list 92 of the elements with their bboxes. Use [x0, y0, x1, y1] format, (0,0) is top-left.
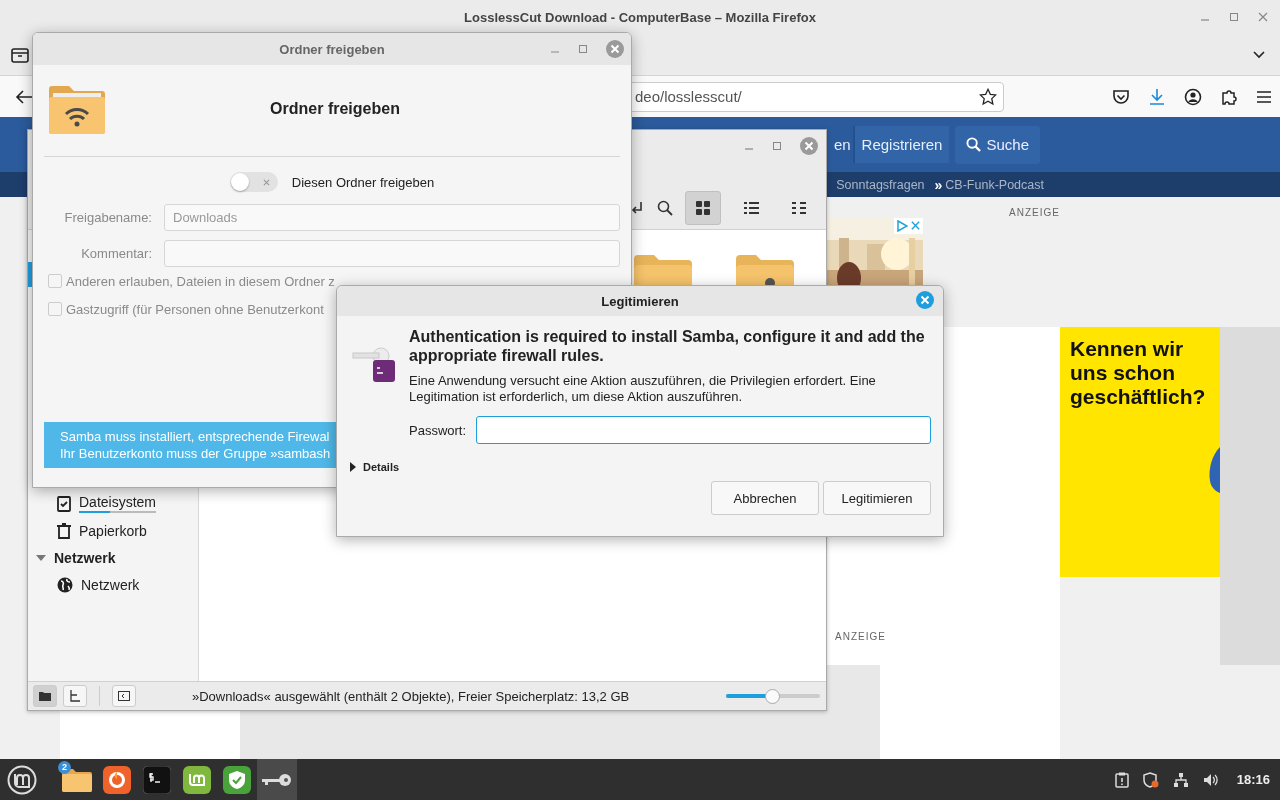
status-text: »Downloads« ausgewählt (enthält 2 Objekte), Freier Speicherplatz: 13,2 GB	[192, 688, 630, 704]
ad-headline: Kennen wir uns schon geschäftlich?	[1070, 337, 1207, 410]
chevron-marker: »	[934, 176, 943, 193]
url-text: deo/losslesscut/	[635, 88, 742, 105]
globe-icon	[57, 576, 73, 593]
network-icon[interactable]	[1172, 771, 1189, 788]
back-icon[interactable]	[15, 88, 33, 105]
folder-icon	[39, 691, 51, 701]
account-icon[interactable]	[1184, 87, 1202, 106]
dialog-heading: Ordner freigeben	[269, 100, 401, 118]
sidebar-item[interactable]: Dateisystem	[28, 490, 198, 517]
window-title: Ordner freigeben	[279, 41, 385, 57]
download-icon[interactable]	[1148, 87, 1166, 106]
star-icon[interactable]	[979, 87, 997, 106]
places-button[interactable]	[33, 685, 57, 707]
close-icon[interactable]	[916, 291, 934, 309]
field-label: Passwort:	[409, 422, 467, 438]
close-icon[interactable]	[800, 137, 818, 155]
taskbar-app[interactable]	[257, 759, 297, 800]
off-icon	[262, 179, 270, 186]
nav-link[interactable]: en	[833, 126, 854, 163]
list-icon	[743, 200, 759, 215]
tree-icon	[69, 690, 81, 702]
banner-ad[interactable]: Kennen wir uns schon geschäftlich?	[1060, 327, 1220, 577]
window-title: Legitimieren	[601, 293, 679, 309]
pocket-icon[interactable]	[1112, 87, 1130, 106]
ad-label: ANZEIGE	[1009, 207, 1060, 218]
icon-view-button[interactable]	[685, 190, 721, 225]
password-field[interactable]	[476, 416, 931, 444]
search-icon[interactable]	[657, 199, 673, 216]
expander-icon	[349, 462, 357, 472]
puzzle-icon[interactable]	[1220, 87, 1238, 106]
expander-icon	[36, 552, 46, 563]
cancel-button[interactable]: Abbrechen	[711, 481, 819, 515]
maximize-icon[interactable]	[772, 141, 782, 151]
share-toggle[interactable]	[229, 172, 278, 192]
field-label: Freigabename:	[63, 209, 153, 225]
dialog-message: Eine Anwendung versucht eine Aktion auszuführen, die Privilegien erfordert. Eine Legitimation ist erforderlich, um diese Aktion auszuführen.	[409, 373, 877, 405]
authenticate-button[interactable]: Legitimieren	[823, 481, 931, 515]
tree-button[interactable]	[63, 685, 87, 707]
volume-icon[interactable]	[1202, 772, 1219, 787]
toggle-label: Diesen Ordner freigeben	[291, 174, 435, 190]
nav-link[interactable]: Registrieren	[853, 126, 950, 163]
window-title: LosslessCut Download - ComputerBase – Mozilla Firefox	[464, 10, 816, 25]
checkbox-label: Gastzugriff (für Personen ohne Benutzerkont	[66, 301, 324, 317]
trash-icon	[57, 522, 71, 539]
tab-list-icon[interactable]	[11, 47, 29, 63]
shield-icon[interactable]	[1142, 771, 1159, 788]
menu-logo-icon[interactable]	[7, 764, 37, 795]
grid-icon	[696, 200, 710, 215]
chevron-down-icon[interactable]	[1252, 50, 1266, 60]
sidebar-item-label: Papierkorb	[79, 522, 147, 539]
key-icon	[262, 772, 292, 787]
sidebar-item-label: Netzwerk	[81, 576, 140, 593]
search-icon	[966, 137, 982, 152]
menu-icon[interactable]	[1256, 89, 1272, 104]
ad-choices-icon[interactable]	[896, 220, 908, 232]
update-manager-icon	[183, 765, 211, 794]
sidebar-item-label: Dateisystem	[79, 494, 157, 510]
field-label: Kommentar:	[80, 245, 153, 261]
key-terminal-icon	[351, 346, 397, 384]
sidebar-section-header[interactable]: Netzwerk	[28, 544, 198, 571]
toggle-sidebar-button[interactable]	[112, 685, 136, 707]
nav-link[interactable]: Sonntagsfragen	[836, 177, 925, 192]
sidebar-icon	[118, 691, 130, 701]
dialog-heading: Authentication is required to install Samba, configure it and add the appropriate firewall rules.	[409, 327, 926, 365]
clipboard-icon[interactable]	[1114, 771, 1129, 788]
details-expander[interactable]: Details	[337, 461, 400, 473]
terminal-icon	[143, 765, 171, 794]
ad-label: ANZEIGE	[835, 631, 886, 642]
browser-icon	[103, 765, 131, 794]
nav-link[interactable]: CB-Funk-Podcast	[945, 177, 1044, 192]
close-icon[interactable]	[910, 220, 921, 231]
ad-graphic-icon	[1208, 447, 1220, 493]
info-text: Samba muss installiert, entsprechende Firewal	[60, 428, 330, 445]
search-button[interactable]: Suche	[955, 125, 1040, 164]
sidebar-item[interactable]: Netzwerk	[28, 571, 198, 598]
shared-folder-icon	[49, 84, 105, 134]
maximize-icon[interactable]	[578, 44, 588, 54]
checkbox-label: Anderen erlauben, Dateien in diesem Ordner z	[66, 273, 335, 289]
field-value: Downloads	[173, 209, 238, 225]
close-icon[interactable]	[1258, 12, 1268, 22]
close-icon[interactable]	[606, 40, 624, 58]
zoom-slider[interactable]	[726, 688, 820, 704]
maximize-icon[interactable]	[1229, 12, 1239, 22]
info-text: Ihr Benutzerkonto muss der Gruppe »sambash	[60, 445, 331, 462]
shield-icon	[223, 765, 251, 794]
notification-badge: 2	[58, 761, 71, 774]
drive-icon	[57, 495, 71, 512]
sidebar-item[interactable]: Papierkorb	[28, 517, 198, 544]
clock[interactable]: 18:16	[1236, 772, 1270, 787]
compact-list-icon	[792, 201, 806, 214]
